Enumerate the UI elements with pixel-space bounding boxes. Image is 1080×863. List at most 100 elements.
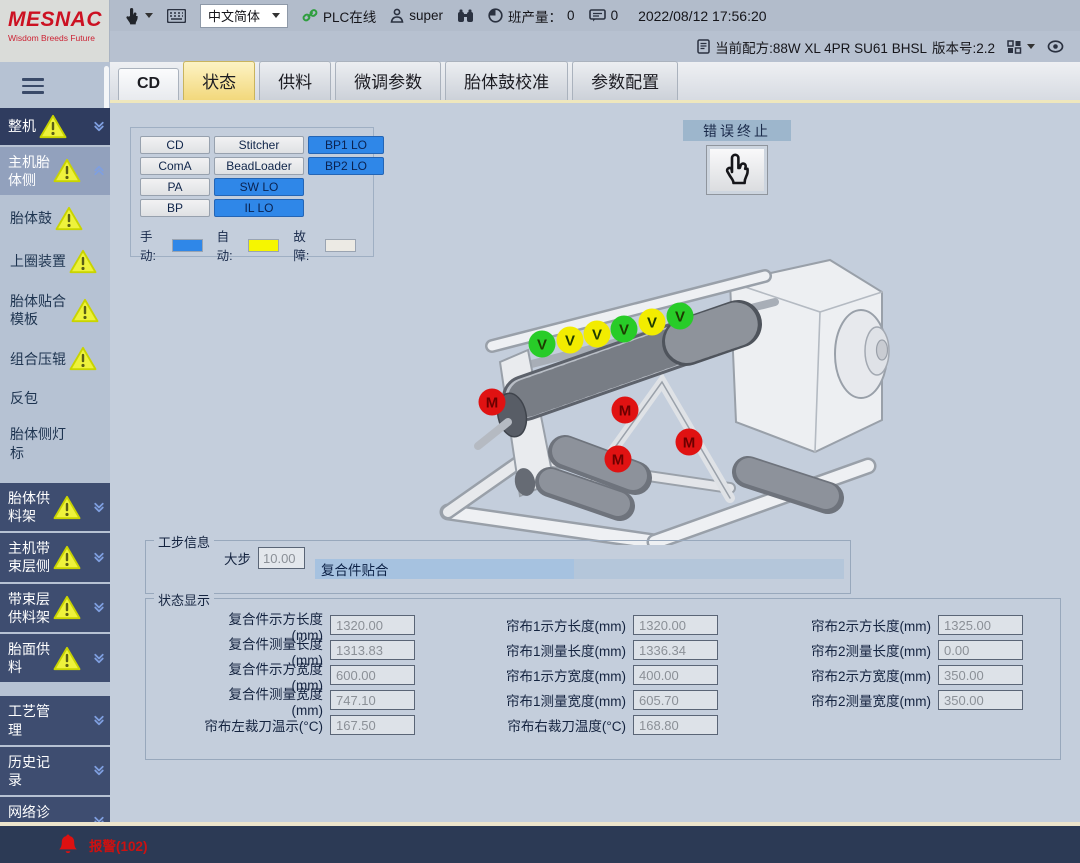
status-field-label: 帘布1测量长度(mm) xyxy=(494,640,626,660)
user-icon xyxy=(390,8,404,23)
status-field-value: 600.00 xyxy=(330,665,415,685)
plc-status-label: PLC在线 xyxy=(323,6,376,26)
unit-status-BP1 LO[interactable]: BP1 LO xyxy=(308,136,384,154)
sidebar-item-反包[interactable]: 反包 xyxy=(0,380,110,416)
status-field-label: 帘布左裁刀温示(°C) xyxy=(201,715,323,735)
status-display-title: 状态显示 xyxy=(154,590,214,609)
sidebar-item-历史记录[interactable]: 历史记录 xyxy=(0,747,110,797)
sidebar-item-胎体鼓[interactable]: 胎体鼓 xyxy=(0,197,110,240)
warning-icon xyxy=(53,595,81,620)
error-stop-button[interactable] xyxy=(706,145,768,195)
chevron-down-icon xyxy=(93,551,107,564)
status-field-label: 帘布2测量宽度(mm) xyxy=(799,690,931,710)
status-field-value: 167.50 xyxy=(330,715,415,735)
step-info-title: 工步信息 xyxy=(154,532,214,551)
sidebar-item-label: 胎面供料 xyxy=(8,640,50,676)
tab-参数配置[interactable]: 参数配置 xyxy=(572,61,678,100)
sidebar-item-工艺管理[interactable]: 工艺管理 xyxy=(0,696,110,746)
svg-text:M: M xyxy=(683,435,696,452)
brand-logo: MESNAC Wisdom Breeds Future xyxy=(0,0,110,62)
status-field-value: 0.00 xyxy=(938,640,1023,660)
alarm-bar[interactable]: 报警(102) xyxy=(0,822,1080,863)
message-counter[interactable]: 0 xyxy=(589,8,619,23)
valve-marker: V xyxy=(667,303,694,330)
unit-status-SW LO[interactable]: SW LO xyxy=(214,178,304,196)
sidebar-item-label: 胎体鼓 xyxy=(10,209,52,227)
status-field-value: 747.10 xyxy=(330,690,415,710)
warning-icon xyxy=(69,249,97,274)
sidebar-item-组合压辊[interactable]: 组合压辊 xyxy=(0,337,110,380)
tab-状态[interactable]: 状态 xyxy=(183,61,255,100)
language-value: 中文简体 xyxy=(208,6,260,25)
recipe-version: 版本号:2.2 xyxy=(932,37,995,57)
pointing-hand-icon xyxy=(717,150,757,190)
status-field-value: 350.00 xyxy=(938,690,1023,710)
unit-status-ComA[interactable]: ComA xyxy=(140,157,210,175)
sidebar-item-胎体贴合模板[interactable]: 胎体贴合模板 xyxy=(0,283,110,337)
status-field-value: 350.00 xyxy=(938,665,1023,685)
sidebar-item-带束层供料架[interactable]: 带束层供料架 xyxy=(0,584,110,634)
keyboard-button[interactable] xyxy=(167,9,186,23)
legend-label: 故障: xyxy=(293,226,319,264)
warning-icon xyxy=(71,298,99,323)
step-name-extension xyxy=(574,559,844,579)
search-button[interactable] xyxy=(457,9,474,23)
shift-output-value: 0 xyxy=(567,8,575,23)
plc-status[interactable]: PLC在线 xyxy=(302,6,376,26)
tab-CD[interactable]: CD xyxy=(118,68,179,100)
step-value-field: 10.00 xyxy=(258,547,305,569)
pie-clock-icon xyxy=(488,8,503,23)
unit-status-IL LO[interactable]: IL LO xyxy=(214,199,304,217)
status-field-value: 1336.34 xyxy=(633,640,718,660)
valve-marker: V xyxy=(557,327,584,354)
caret-down-icon xyxy=(272,13,280,18)
unit-status-PA[interactable]: PA xyxy=(140,178,210,196)
warning-icon xyxy=(53,545,81,570)
svg-text:V: V xyxy=(537,337,547,354)
status-field-row: 帘布1示方长度(mm)1320.00 xyxy=(494,615,718,635)
status-field-label: 帘布1示方长度(mm) xyxy=(494,615,626,635)
sidebar-item-主机胎体侧[interactable]: 主机胎体侧 xyxy=(0,147,110,197)
tab-微调参数[interactable]: 微调参数 xyxy=(335,61,441,100)
touch-mode-button[interactable] xyxy=(124,7,153,25)
recipe-label: 当前配方:88W XL 4PR SU61 BHSL xyxy=(715,37,927,57)
status-field-value: 1313.83 xyxy=(330,640,415,660)
layout-switch-button[interactable] xyxy=(1007,40,1035,54)
svg-text:V: V xyxy=(619,322,629,339)
view-button[interactable] xyxy=(1047,40,1064,53)
valve-marker: V xyxy=(611,316,638,343)
unit-status-BP[interactable]: BP xyxy=(140,199,210,217)
sidebar-item-胎体侧灯标[interactable]: 胎体侧灯标 xyxy=(0,416,110,470)
tab-供料[interactable]: 供料 xyxy=(259,61,331,100)
language-select[interactable]: 中文简体 xyxy=(200,4,288,28)
sidebar-item-主机带束层侧[interactable]: 主机带束层侧 xyxy=(0,533,110,583)
status-field-row: 帘布1测量宽度(mm)605.70 xyxy=(494,690,718,710)
sidebar-menu-button[interactable] xyxy=(0,62,110,108)
sidebar-item-整机[interactable]: 整机 xyxy=(0,108,110,147)
message-icon xyxy=(589,9,606,22)
status-field-row: 帘布2测量长度(mm)0.00 xyxy=(799,640,1023,660)
sidebar-item-上圈装置[interactable]: 上圈装置 xyxy=(0,240,110,283)
svg-text:V: V xyxy=(592,327,602,344)
motor-marker: M xyxy=(612,397,639,424)
alarm-count-label: 报警(102) xyxy=(89,835,148,855)
unit-status-BP2 LO[interactable]: BP2 LO xyxy=(308,157,384,175)
unit-status-BeadLoader[interactable]: BeadLoader xyxy=(214,157,304,175)
step-info-panel: 工步信息 大步 10.00 复合件贴合 xyxy=(145,540,851,594)
unit-status-panel: CDStitcherBP1 LOComABeadLoaderBP2 LOPASW… xyxy=(130,127,374,257)
status-field-value: 605.70 xyxy=(633,690,718,710)
status-field-value: 1325.00 xyxy=(938,615,1023,635)
sidebar-item-胎体供料架[interactable]: 胎体供料架 xyxy=(0,483,110,533)
unit-status-CD[interactable]: CD xyxy=(140,136,210,154)
machine-diagram: VVVVVVMMMM xyxy=(430,250,890,545)
warning-icon xyxy=(55,206,83,231)
sidebar-item-胎面供料[interactable]: 胎面供料 xyxy=(0,634,110,684)
svg-text:V: V xyxy=(647,315,657,332)
shift-output: 班产量： 0 xyxy=(488,6,575,26)
user-menu[interactable]: super xyxy=(390,8,443,23)
chevron-down-icon xyxy=(93,601,107,614)
unit-status-Stitcher[interactable]: Stitcher xyxy=(214,136,304,154)
alarm-bell-icon xyxy=(55,832,81,858)
valve-marker: V xyxy=(639,309,666,336)
tab-胎体鼓校准[interactable]: 胎体鼓校准 xyxy=(445,61,568,100)
